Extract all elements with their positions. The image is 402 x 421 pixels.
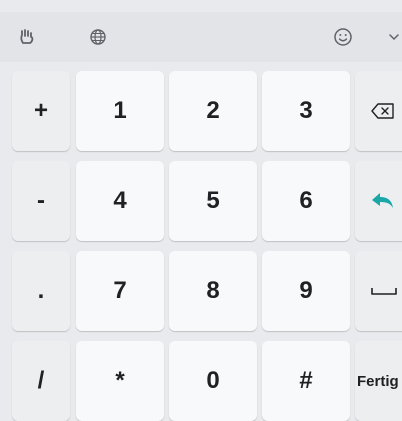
keyboard-toolbar xyxy=(0,12,402,62)
chevron-down-icon[interactable] xyxy=(386,12,402,62)
key-7[interactable]: 7 xyxy=(76,251,164,331)
space-key[interactable] xyxy=(355,251,402,331)
key-0[interactable]: 0 xyxy=(169,341,257,421)
key-6[interactable]: 6 xyxy=(262,161,350,241)
backspace-icon xyxy=(371,103,395,119)
key-hash[interactable]: # xyxy=(262,341,350,421)
enter-key[interactable] xyxy=(355,161,402,241)
key-plus[interactable]: + xyxy=(12,71,70,151)
key-asterisk[interactable]: * xyxy=(76,341,164,421)
space-icon xyxy=(371,286,397,296)
done-key[interactable]: Fertig xyxy=(355,341,402,421)
globe-icon[interactable] xyxy=(82,12,114,62)
key-slash[interactable]: / xyxy=(12,341,70,421)
key-3[interactable]: 3 xyxy=(262,71,350,151)
backspace-key[interactable] xyxy=(355,71,402,151)
emoji-icon[interactable] xyxy=(328,12,358,62)
key-2[interactable]: 2 xyxy=(169,71,257,151)
numeric-keyboard: + 1 2 3 - 4 5 6 . 7 8 9 / * 0 # Fertig xyxy=(0,0,402,421)
key-minus[interactable]: - xyxy=(12,161,70,241)
hand-wave-icon[interactable] xyxy=(14,12,42,62)
key-1[interactable]: 1 xyxy=(76,71,164,151)
enter-icon xyxy=(371,192,395,210)
key-8[interactable]: 8 xyxy=(169,251,257,331)
key-4[interactable]: 4 xyxy=(76,161,164,241)
key-period[interactable]: . xyxy=(12,251,70,331)
key-5[interactable]: 5 xyxy=(169,161,257,241)
done-key-label: Fertig xyxy=(357,372,399,390)
key-9[interactable]: 9 xyxy=(262,251,350,331)
